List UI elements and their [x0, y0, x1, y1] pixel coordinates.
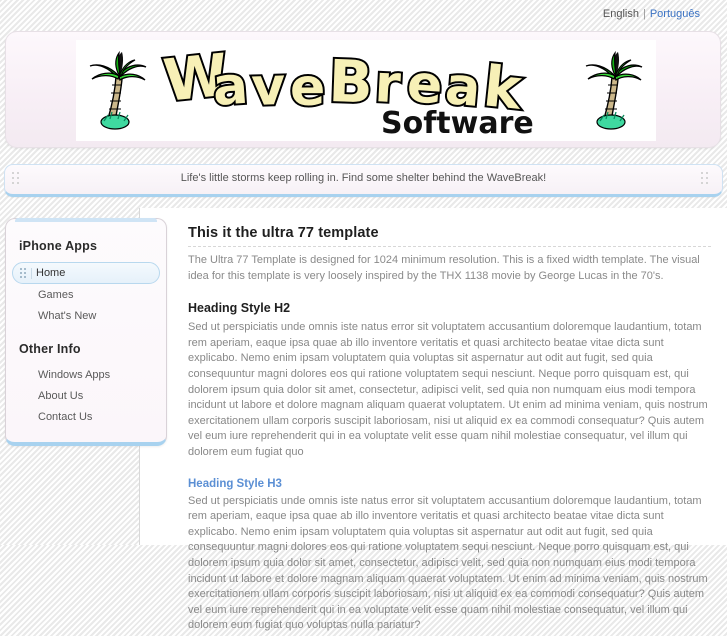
svg-text:e: e [290, 58, 325, 118]
site-header: W a v e B r e a k Software [5, 31, 721, 148]
sidebar-item-contact-us[interactable]: Contact Us [14, 407, 158, 427]
sidebar: iPhone Apps Home Games What's New Other … [5, 218, 167, 446]
palm-tree-icon [585, 50, 643, 130]
logo-wordmark: W a v e B r e a k Software [154, 39, 578, 141]
language-link-portugues[interactable]: Português [650, 8, 700, 20]
logo-banner[interactable]: W a v e B r e a k Software [76, 39, 656, 141]
sidebar-item-games[interactable]: Games [14, 285, 158, 305]
palm-tree-icon [89, 50, 147, 130]
svg-text:a: a [211, 56, 250, 118]
sidebar-item-about-us[interactable]: About Us [14, 386, 158, 406]
sidebar-item-windows-apps[interactable]: Windows Apps [14, 365, 158, 385]
tagline-text: Life's little storms keep rolling in. Fi… [180, 172, 547, 184]
svg-text:B: B [328, 47, 375, 117]
drag-handle-icon [20, 268, 32, 279]
content-panel: This it the ultra 77 template The Ultra … [139, 208, 727, 631]
sidebar-item-home[interactable]: Home [12, 262, 160, 284]
intro-paragraph: The Ultra 77 Template is designed for 10… [188, 254, 700, 282]
tagline-bar: Life's little storms keep rolling in. Fi… [4, 164, 723, 197]
sidebar-item-whats-new[interactable]: What's New [14, 306, 158, 326]
page-title: This it the ultra 77 template [188, 225, 711, 247]
language-bar: English | Português [0, 0, 727, 29]
h3-paragraph: Sed ut perspiciatis unde omnis iste natu… [188, 494, 708, 632]
sidebar-heading-iphone-apps: iPhone Apps [19, 239, 98, 253]
h2-paragraph: Sed ut perspiciatis unde omnis iste natu… [188, 321, 708, 458]
grip-handle-right [701, 172, 715, 188]
heading-h2: Heading Style H2 [188, 301, 291, 316]
sidebar-heading-other-info: Other Info [19, 342, 81, 356]
sidebar-item-label: Home [36, 267, 66, 279]
language-link-english[interactable]: English [603, 8, 639, 20]
svg-text:Software: Software [381, 106, 534, 138]
language-separator: | [642, 8, 646, 20]
heading-h3: Heading Style H3 [188, 477, 282, 490]
svg-text:v: v [250, 57, 286, 118]
h2-paragraph-wrapper: ? Sed ut perspiciatis unde omnis iste na… [188, 320, 711, 460]
article: This it the ultra 77 template The Ultra … [140, 208, 727, 636]
